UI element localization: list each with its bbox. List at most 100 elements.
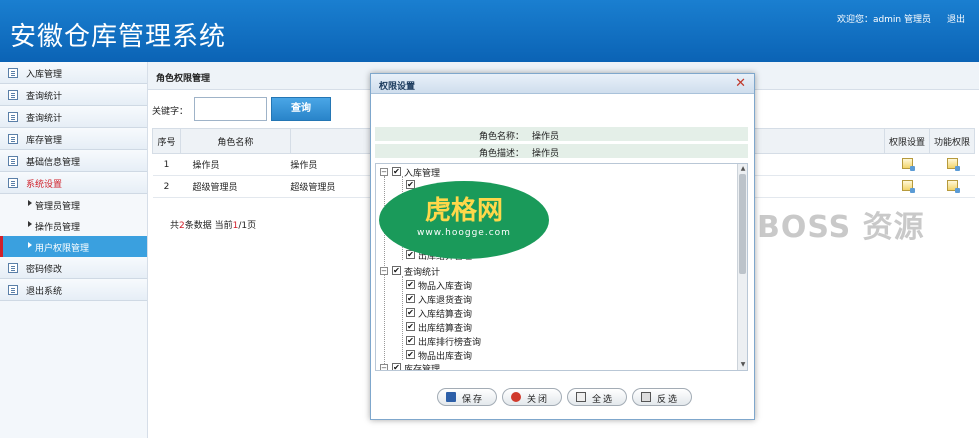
tree-node-inventory: − ✔ 库存管理 (380, 362, 580, 371)
watermark-oval-text: 虎格网 (424, 196, 503, 226)
submenu-item-admin-manage[interactable]: 管理员管理 (0, 194, 147, 215)
close-circle-icon (511, 392, 521, 402)
tree-leaf-label: 入库结算查询 (418, 310, 473, 320)
keyword-input[interactable] (194, 97, 267, 121)
checkbox[interactable]: ✔ (406, 336, 415, 345)
column-header: 角色名称 (179, 128, 291, 154)
collapse-toggle-icon[interactable]: − (380, 168, 388, 176)
sidebar: 入库管理 查询统计 查询统计 库存管理 基础信息管理 系统设置 管理员管理 操作… (0, 62, 148, 438)
checkbox[interactable]: ✔ (406, 322, 415, 331)
function-permission-cell (929, 175, 975, 198)
watermark-boss: BOSS 资源 (757, 210, 925, 245)
tree-leaf: ✔ 物品入库查询 (398, 279, 558, 292)
tree-leaf-label: 入库退货查询 (418, 296, 473, 306)
tree-node-label: 库存管理 (404, 365, 441, 371)
checkbox[interactable]: ✔ (392, 363, 401, 370)
list-icon (8, 178, 18, 188)
scroll-up-icon[interactable]: ▲ (739, 165, 747, 173)
app-title: 安徽仓库管理系统 (10, 22, 227, 52)
sidebar-item-inbound[interactable]: 入库管理 (0, 62, 147, 84)
role-desc-value: 操作员 (532, 149, 560, 159)
checkbox[interactable]: ✔ (406, 350, 415, 359)
list-icon (8, 112, 18, 122)
sidebar-item-query[interactable]: 查询统计 (0, 84, 147, 106)
submenu-item-label: 管理员管理 (35, 202, 81, 212)
dialog-button-bar: 保存 关闭 全选 反选 (371, 384, 754, 414)
role-desc-label: 角色描述： (479, 149, 525, 159)
column-header: 权限设置 (884, 128, 931, 154)
column-header: 序号 (152, 128, 181, 154)
logout-link[interactable]: 退出 (947, 12, 965, 25)
submenu-item-operator-manage[interactable]: 操作员管理 (0, 215, 147, 236)
role-name: 操作员 (180, 153, 291, 176)
vertical-scrollbar[interactable]: ▲ ▼ (737, 164, 747, 370)
edit-permission-icon[interactable] (901, 179, 915, 193)
column-header: 功能权限 (929, 128, 975, 154)
app-header: 安徽仓库管理系统 欢迎您：admin 管理员 退出 (0, 0, 979, 62)
edit-function-icon[interactable] (946, 179, 960, 193)
sidebar-item-basic-info[interactable]: 基础信息管理 (0, 150, 147, 172)
save-label: 保存 (462, 395, 485, 405)
tree-leaf-label: 出库结算查询 (418, 324, 473, 334)
checkbox[interactable]: ✔ (406, 308, 415, 317)
row-index: 2 (152, 175, 181, 198)
list-icon (8, 134, 18, 144)
role-name-label: 角色名称： (479, 132, 525, 142)
list-icon (8, 285, 18, 295)
checkbox[interactable]: ✔ (392, 266, 401, 275)
close-button[interactable]: 关闭 (502, 388, 562, 406)
search-button[interactable]: 查询 (271, 97, 331, 121)
sidebar-item-password[interactable]: 密码修改 (0, 257, 147, 279)
tree-node-label: 入库管理 (404, 169, 441, 179)
sidebar-item-system-settings[interactable]: 系统设置 (0, 172, 147, 194)
caret-right-icon (28, 200, 32, 206)
select-all-button[interactable]: 全选 (567, 388, 627, 406)
scroll-down-icon[interactable]: ▼ (739, 361, 747, 369)
checkbox[interactable]: ✔ (392, 167, 401, 176)
collapse-toggle-icon[interactable]: − (380, 364, 388, 370)
sidebar-item-label: 系统设置 (26, 180, 63, 190)
list-icon (8, 263, 18, 273)
pager-suffix: 页 (247, 221, 257, 231)
permission-setting-cell (884, 175, 930, 198)
checkbox[interactable]: ✔ (406, 294, 415, 303)
submenu-item-label: 用户权限管理 (35, 244, 90, 254)
invert-label: 反选 (657, 395, 680, 405)
sidebar-item-label: 基础信息管理 (26, 158, 81, 168)
sidebar-item-query-2[interactable]: 查询统计 (0, 106, 147, 128)
save-icon (446, 392, 456, 402)
select-all-icon (576, 392, 586, 402)
submenu-item-user-permission[interactable]: 用户权限管理 (0, 236, 147, 257)
role-name: 超级管理员 (180, 175, 291, 198)
role-name-value: 操作员 (532, 132, 560, 142)
keyword-label: 关键字： (152, 107, 189, 117)
page-title: 角色权限管理 (156, 74, 211, 84)
tree-leaf: ✔ 物品出库查询 (398, 349, 558, 362)
function-permission-cell (929, 153, 975, 176)
invert-button[interactable]: 反选 (632, 388, 692, 406)
checkbox[interactable]: ✔ (406, 280, 415, 289)
edit-permission-icon[interactable] (901, 157, 915, 171)
close-icon[interactable]: ✕ (735, 76, 746, 91)
close-label: 关闭 (527, 395, 550, 405)
tree-leaf: ✔ 入库结算查询 (398, 307, 558, 320)
sidebar-item-inventory[interactable]: 库存管理 (0, 128, 147, 150)
role-name-row: 角色名称： 操作员 (375, 127, 748, 142)
list-icon (8, 90, 18, 100)
tree-node-inbound: − ✔ 入库管理 (380, 166, 580, 179)
sidebar-item-label: 退出系统 (26, 287, 63, 297)
list-icon (8, 68, 18, 78)
sidebar-item-label: 库存管理 (26, 136, 63, 146)
caret-right-icon (28, 221, 32, 227)
sidebar-item-label: 查询统计 (26, 114, 63, 124)
tree-leaf-label: 出库排行榜查询 (418, 338, 482, 348)
sidebar-item-label: 入库管理 (26, 70, 63, 80)
scroll-thumb[interactable] (739, 174, 746, 274)
caret-right-icon (28, 242, 32, 248)
sidebar-item-exit[interactable]: 退出系统 (0, 279, 147, 301)
select-all-label: 全选 (592, 395, 615, 405)
save-button[interactable]: 保存 (437, 388, 497, 406)
edit-function-icon[interactable] (946, 157, 960, 171)
collapse-toggle-icon[interactable]: − (380, 267, 388, 275)
pager-middle: 条数据 当前 (184, 221, 233, 231)
